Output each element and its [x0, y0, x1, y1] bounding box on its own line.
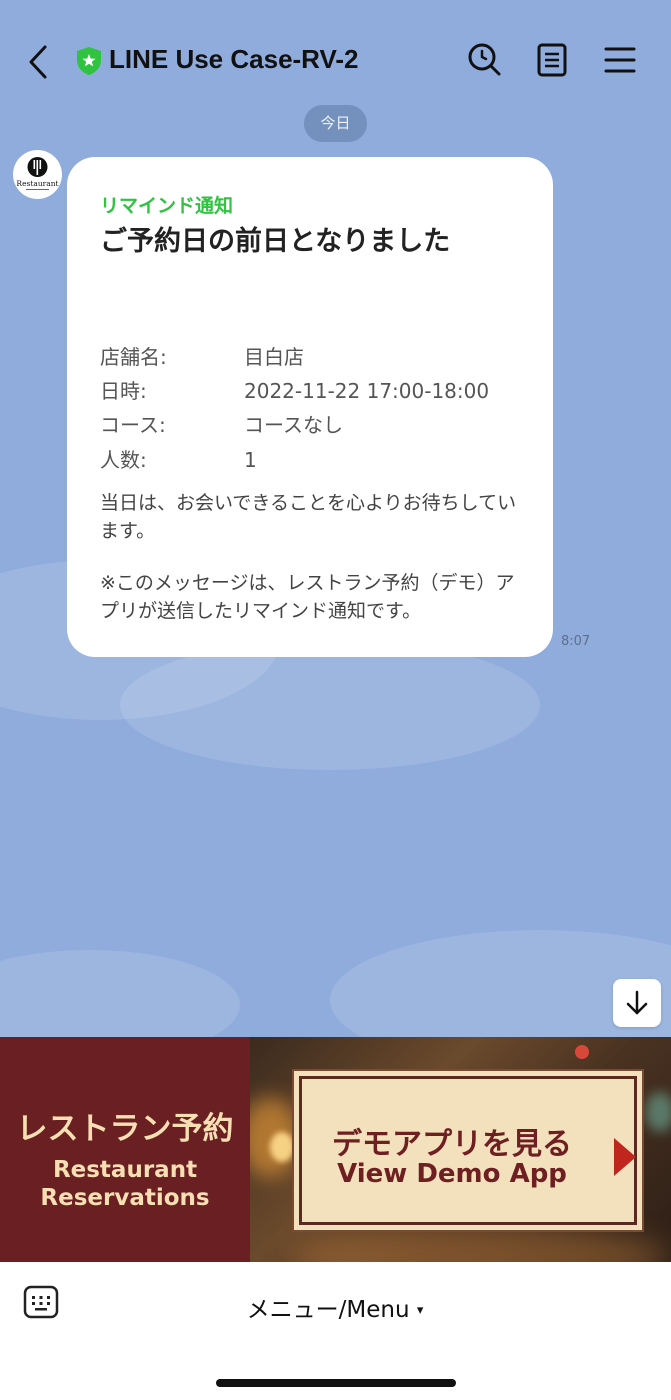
restaurant-logo-icon: Restaurant [16, 157, 59, 190]
message-timestamp: 8:07 [561, 634, 591, 649]
demo-button-frame: デモアプリを見る View Demo App [299, 1076, 637, 1225]
message-body: 当日は、お会いできることを心よりお待ちしています。 [100, 492, 517, 542]
message-footnote: ※このメッセージは、レストラン予約（デモ）アプリが送信したリマインド通知です。 [100, 572, 515, 622]
message-label: リマインド通知 [100, 195, 234, 217]
svg-text:Restaurant: Restaurant [16, 179, 58, 188]
detail-key: 店舗名: [100, 345, 167, 369]
detail-row-people: 人数: 1 [100, 444, 257, 473]
shield-icon [76, 46, 102, 76]
menu-icon[interactable] [600, 40, 640, 80]
play-arrow-icon [614, 1138, 636, 1176]
view-demo-app-button[interactable]: デモアプリを見る View Demo App [292, 1069, 644, 1232]
message-bubble: リマインド通知 ご予約日の前日となりました 店舗名: 目白店 日時: 2022-11… [67, 157, 553, 657]
rich-menu-toggle[interactable]: メニュー/Menu ▾ [200, 1290, 470, 1324]
keyboard-icon[interactable] [23, 1285, 59, 1319]
candle-flame [270, 1132, 294, 1162]
detail-key: コース: [100, 413, 166, 437]
message-title: ご予約日の前日となりました [100, 226, 451, 257]
detail-value: 2022-11-22 17:00-18:00 [244, 379, 490, 403]
detail-key: 日時: [100, 379, 147, 403]
chat-title: LINE Use Case-RV-2 [109, 44, 359, 74]
date-separator: 今日 [304, 105, 367, 142]
home-indicator [216, 1379, 456, 1387]
detail-row-course: コース: コースなし [100, 409, 343, 438]
table-glow [290, 1227, 670, 1262]
detail-value: コースなし [244, 413, 343, 437]
bottom-bar: メニュー/Menu ▾ [0, 1262, 671, 1400]
detail-row-datetime: 日時: 2022-11-22 17:00-18:00 [100, 375, 489, 404]
light-glow [645, 1092, 671, 1132]
search-icon[interactable] [464, 40, 504, 80]
light-dot [575, 1045, 589, 1059]
avatar[interactable]: Restaurant [13, 150, 62, 199]
notes-icon[interactable] [532, 40, 572, 80]
detail-value: 1 [244, 448, 257, 472]
chevron-down-icon: ▾ [416, 1303, 424, 1318]
rich-menu-left-panel[interactable]: レストラン予約 Restaurant Reservations [0, 1037, 250, 1262]
detail-value: 目白店 [244, 345, 304, 369]
background-cloud [0, 950, 240, 1037]
detail-row-store: 店舗名: 目白店 [100, 341, 304, 370]
arrow-down-icon [626, 990, 648, 1015]
rich-menu-title-en-1: Restaurant [52, 1157, 198, 1183]
detail-key: 人数: [100, 448, 147, 472]
menu-toggle-label: メニュー/Menu [246, 1297, 410, 1323]
demo-button-label-jp: デモアプリを見る [332, 1127, 572, 1162]
demo-button-label-en: View Demo App [337, 1159, 567, 1189]
back-icon[interactable] [22, 42, 56, 82]
chat-header: LINE Use Case-RV-2 [0, 28, 671, 94]
chat-area: LINE Use Case-RV-2 今日 Restaurant リマインド通知… [0, 0, 671, 1037]
rich-menu-title-en-2: Reservations [40, 1185, 210, 1211]
rich-menu-title-jp: レストラン予約 [16, 1111, 234, 1147]
scroll-to-bottom-button[interactable] [613, 979, 661, 1027]
background-cloud [120, 640, 540, 770]
